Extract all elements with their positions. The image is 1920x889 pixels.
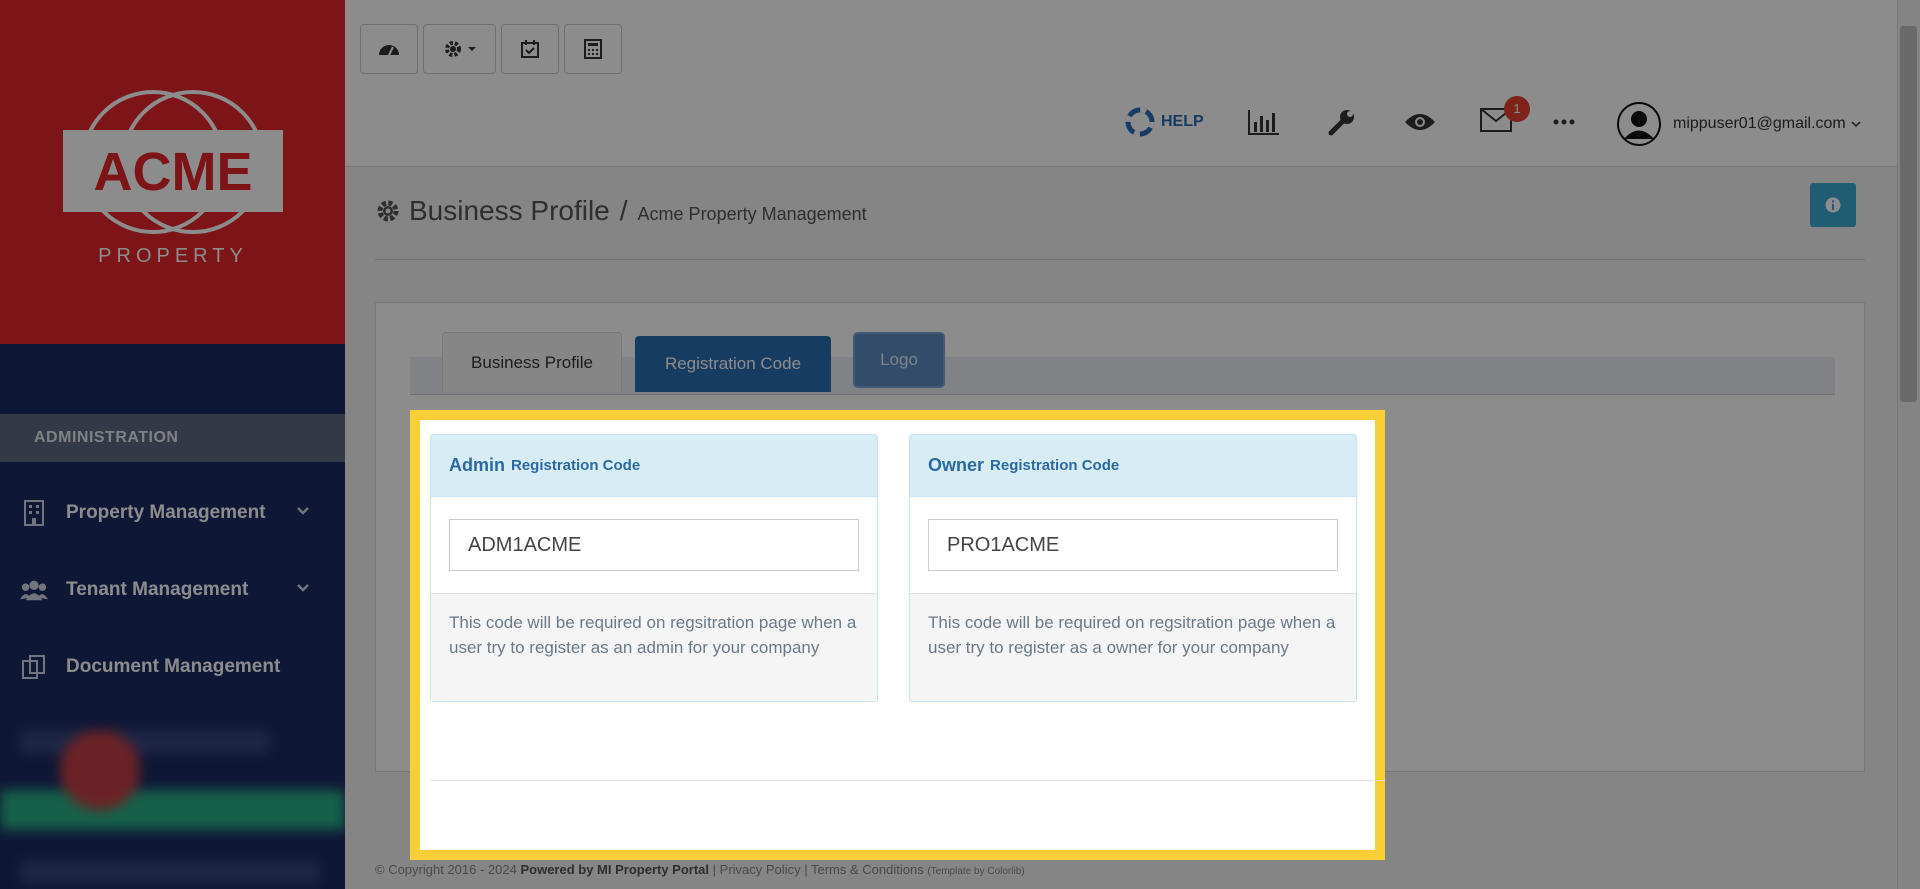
terms-link[interactable]: Terms & Conditions (811, 862, 924, 877)
user-menu[interactable]: mippuser01@gmail.com (1617, 102, 1862, 146)
ellipsis-icon (1553, 119, 1575, 125)
settings-dropdown-button[interactable] (423, 24, 496, 74)
sidebar-item-label: Document Management (66, 656, 281, 677)
gear-icon (377, 200, 399, 222)
owner-code-input[interactable] (928, 519, 1338, 571)
blurred-area (0, 700, 345, 889)
brand-logo[interactable]: ACME PROPERTY (0, 0, 345, 344)
footer-powered: Powered by MI Property Portal (520, 862, 710, 877)
sidebar-item-property-management[interactable]: Property Management (0, 485, 345, 541)
scrollbar-thumb[interactable] (1900, 26, 1917, 402)
tabs-strip (410, 357, 1835, 395)
card-header: Admin Registration Code (431, 435, 877, 497)
footer: © Copyright 2016 - 2024 Powered by MI Pr… (375, 862, 1025, 877)
card-title-owner: Owner (928, 455, 985, 475)
registration-code-panel: Admin Registration Code This code will b… (410, 410, 1385, 860)
top-bar: HELP 1 mippuser01@gmail.com (345, 0, 1900, 167)
privacy-link[interactable]: Privacy Policy (720, 862, 801, 877)
wrench-icon (1328, 110, 1354, 136)
sidebar-item-document-management[interactable]: Document Management (0, 639, 345, 695)
gear-icon (444, 41, 461, 57)
section-administration: ADMINISTRATION (0, 414, 345, 462)
calculator-button[interactable] (564, 24, 622, 74)
footer-copyright: © Copyright 2016 - 2024 (375, 862, 517, 877)
tab-business-profile[interactable]: Business Profile (442, 332, 622, 392)
dashboard-icon (379, 45, 399, 56)
calculator-icon (584, 39, 602, 59)
info-icon (1825, 197, 1841, 213)
user-email: mippuser01@gmail.com (1673, 115, 1846, 132)
reports-button[interactable] (1247, 100, 1281, 144)
mail-count-badge: 1 (1504, 95, 1530, 122)
chevron-down-icon (297, 507, 309, 515)
documents-icon (20, 653, 48, 681)
page-subtitle: Acme Property Management (637, 204, 867, 224)
brand-name: ACME (93, 142, 252, 202)
breadcrumb-separator: / (619, 195, 628, 226)
calendar-check-icon (521, 40, 539, 58)
chevron-down-icon (297, 584, 309, 592)
tools-button[interactable] (1327, 100, 1357, 144)
admin-code-input[interactable] (449, 519, 859, 571)
eye-icon (1405, 114, 1435, 130)
brand-sub: PROPERTY (98, 245, 248, 267)
dashboard-button[interactable] (360, 24, 418, 74)
owner-code-card: Owner Registration Code This code will b… (909, 434, 1357, 702)
panel-divider (430, 780, 1385, 781)
bar-chart-icon (1248, 110, 1279, 135)
card-title-admin: Admin (449, 455, 505, 475)
sidebar-item-tenant-management[interactable]: Tenant Management (0, 562, 345, 618)
lifebuoy-icon (1125, 107, 1155, 137)
chevron-down-icon (1851, 121, 1861, 128)
help-link[interactable]: HELP (1125, 100, 1204, 144)
footer-sep: | (712, 862, 717, 877)
tab-registration-code[interactable]: Registration Code (635, 336, 831, 392)
avatar (1617, 102, 1661, 146)
card-title-suffix: Registration Code (511, 457, 641, 474)
info-button[interactable] (1810, 183, 1856, 227)
users-icon (20, 576, 48, 604)
card-title-suffix: Registration Code (990, 457, 1120, 474)
caret-down-icon (467, 47, 476, 51)
building-icon (20, 499, 48, 527)
messages-button[interactable]: 1 (1480, 95, 1530, 144)
calendar-button[interactable] (501, 24, 559, 74)
sidebar-item-label: Property Management (66, 502, 266, 523)
card-header: Owner Registration Code (910, 435, 1356, 497)
view-button[interactable] (1404, 100, 1436, 144)
title-divider (375, 259, 1865, 260)
sidebar: ACME PROPERTY ADMINISTRATION Property Ma… (0, 0, 345, 889)
more-button[interactable] (1553, 100, 1575, 144)
owner-code-help: This code will be required on regsitrati… (910, 593, 1356, 701)
tab-logo[interactable]: Logo (853, 332, 945, 388)
page-title: Business Profile / Acme Property Managem… (375, 195, 867, 227)
page-title-text: Business Profile (409, 195, 610, 226)
footer-sep: | (804, 862, 808, 877)
footer-template: (Template by Colorlib) (927, 866, 1025, 877)
help-label: HELP (1161, 113, 1204, 130)
sidebar-item-label: Tenant Management (66, 579, 249, 600)
admin-code-help: This code will be required on regsitrati… (431, 593, 877, 701)
admin-code-card: Admin Registration Code This code will b… (430, 434, 878, 702)
acme-logo-icon: ACME PROPERTY (62, 90, 283, 267)
